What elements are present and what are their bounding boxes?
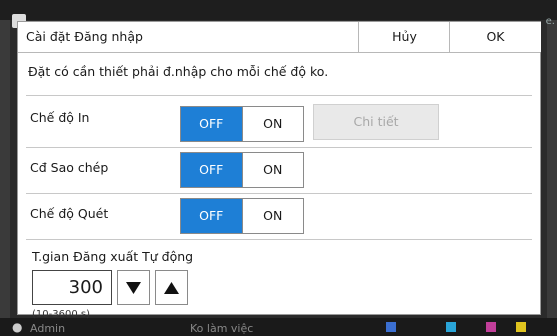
decrease-button[interactable] <box>117 270 150 305</box>
print-mode-toggle: OFF ON <box>180 106 304 142</box>
scan-mode-on-option[interactable]: ON <box>241 199 303 233</box>
divider <box>26 239 532 240</box>
dialog-description: Đặt có cần thiết phải đ.nhập cho mỗi chế… <box>28 64 329 79</box>
dialog-title: Cài đặt Đăng nhập <box>26 29 143 44</box>
magenta-toner-icon <box>486 322 496 332</box>
increase-button[interactable] <box>155 270 188 305</box>
yellow-toner-icon <box>516 322 526 332</box>
cyan-toner-icon <box>446 322 456 332</box>
divider <box>26 193 532 194</box>
triangle-down-icon <box>126 282 141 294</box>
cancel-button[interactable]: Hủy <box>358 22 450 52</box>
copy-mode-label: Cđ Sao chép <box>30 160 109 175</box>
toner-indicator-icon <box>386 322 396 332</box>
print-mode-label: Chế độ In <box>30 110 90 125</box>
login-settings-dialog: Cài đặt Đăng nhập Hủy OK Đặt có cần thiế… <box>17 21 541 320</box>
divider <box>26 95 532 96</box>
print-mode-on-option[interactable]: ON <box>241 107 303 141</box>
ok-button[interactable]: OK <box>449 22 541 52</box>
auto-logout-label: T.gian Đăng xuất Tự động <box>32 249 194 264</box>
background-left-edge <box>0 20 10 318</box>
divider <box>26 147 532 148</box>
auto-logout-range: (10-3600 s) <box>32 309 90 320</box>
copy-mode-on-option[interactable]: ON <box>241 153 303 187</box>
background-right-text: e. <box>545 16 555 27</box>
triangle-up-icon <box>164 282 179 294</box>
background-status-text: Ko làm việc <box>190 322 254 335</box>
background-top-bar <box>0 0 557 20</box>
scan-mode-toggle: OFF ON <box>180 198 304 234</box>
detail-button[interactable]: Chi tiết <box>313 104 439 140</box>
copy-mode-toggle: OFF ON <box>180 152 304 188</box>
background-right-edge <box>547 20 557 318</box>
background-status-bar <box>0 318 557 336</box>
copy-mode-off-option[interactable]: OFF <box>181 153 242 187</box>
scan-mode-off-option[interactable]: OFF <box>181 199 242 233</box>
print-mode-off-option[interactable]: OFF <box>181 107 242 141</box>
auto-logout-input[interactable]: 300 <box>32 270 112 305</box>
background-user-name: Admin <box>30 322 66 335</box>
scan-mode-label: Chế độ Quét <box>30 206 109 221</box>
user-icon: ● <box>12 320 23 334</box>
dialog-header: Cài đặt Đăng nhập Hủy OK <box>18 22 541 53</box>
